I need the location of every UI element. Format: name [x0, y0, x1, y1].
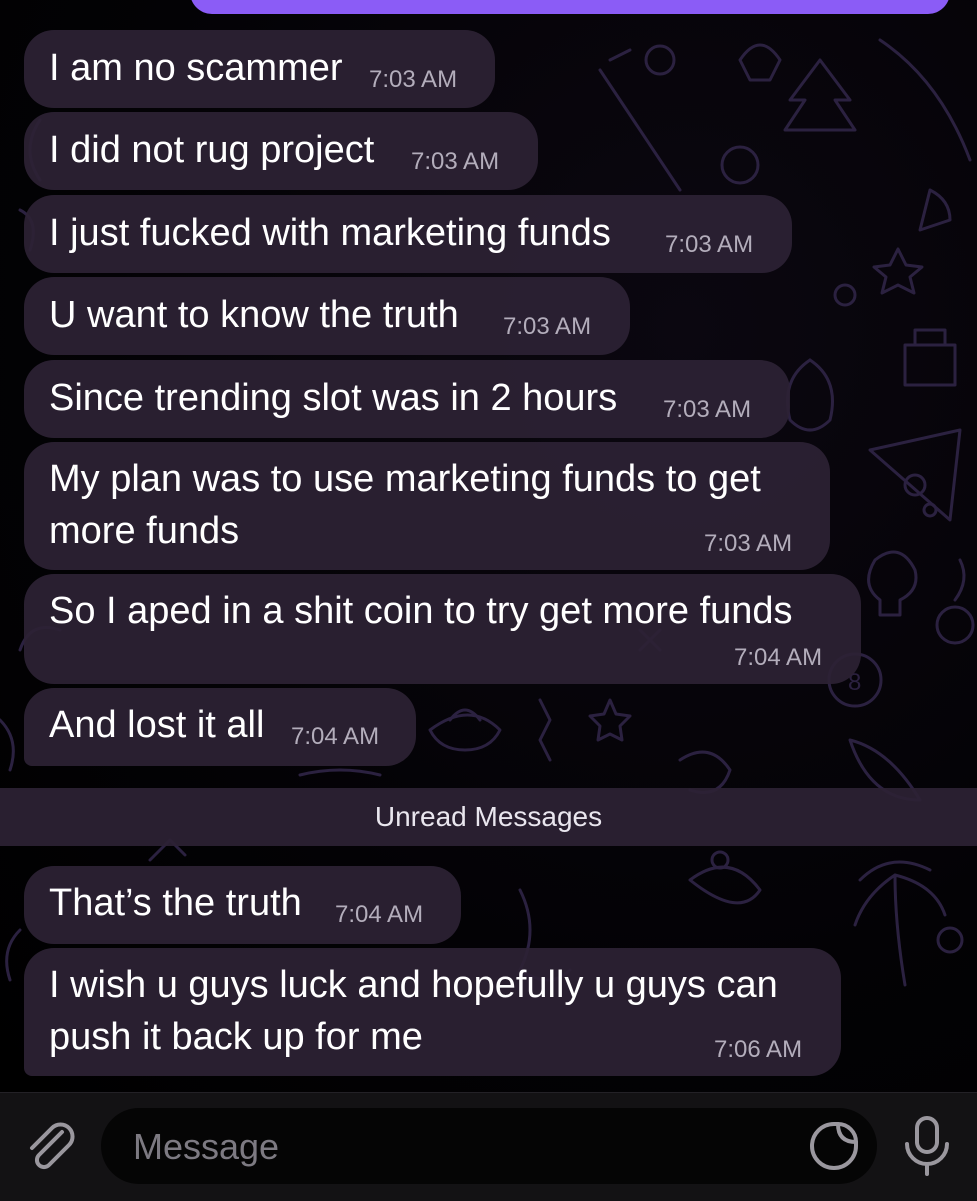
- outgoing-message-bubble[interactable]: [190, 0, 950, 14]
- message-input[interactable]: [131, 1108, 775, 1186]
- message-timestamp: 7:03 AM: [369, 66, 458, 93]
- message-bubble[interactable]: I wish u guys luck and hopefully u guys …: [24, 948, 841, 1076]
- message-text-line1: My plan was to use marketing funds to ge…: [49, 458, 761, 500]
- message-text: I just fucked with marketing funds: [49, 212, 611, 254]
- message-text: I am no scammer: [49, 47, 343, 89]
- message-text: So I aped in a shit coin to try get more…: [49, 590, 793, 632]
- message-timestamp: 7:03 AM: [665, 231, 754, 258]
- message-bubble[interactable]: My plan was to use marketing funds to ge…: [24, 442, 830, 570]
- unread-messages-label: Unread Messages: [374, 801, 603, 832]
- sticker-button[interactable]: [808, 1120, 860, 1172]
- sticker-icon: [810, 1122, 858, 1170]
- attach-button[interactable]: [22, 1118, 80, 1176]
- message-bubble[interactable]: I am no scammer 7:03 AM: [24, 30, 495, 108]
- voice-record-button[interactable]: [898, 1114, 956, 1178]
- message-timestamp: 7:04 AM: [291, 723, 380, 750]
- message-bubble[interactable]: I did not rug project 7:03 AM: [24, 112, 538, 190]
- chat-background: 8 I am no scammer 7:03 AM I did not rug …: [0, 0, 977, 1092]
- message-timestamp: 7:03 AM: [704, 530, 793, 557]
- unread-messages-divider: Unread Messages: [0, 788, 977, 846]
- message-timestamp: 7:03 AM: [411, 148, 500, 175]
- message-text-line2: push it back up for me: [49, 1016, 423, 1058]
- message-timestamp: 7:03 AM: [663, 396, 752, 423]
- message-text-line1: I wish u guys luck and hopefully u guys …: [49, 964, 778, 1006]
- message-bubble[interactable]: U want to know the truth 7:03 AM: [24, 277, 630, 355]
- message-text: I did not rug project: [49, 129, 375, 171]
- message-bubble[interactable]: That’s the truth 7:04 AM: [24, 866, 461, 944]
- message-bubble[interactable]: And lost it all 7:04 AM: [24, 688, 416, 766]
- message-bubble[interactable]: I just fucked with marketing funds 7:03 …: [24, 195, 792, 273]
- message-bubble[interactable]: Since trending slot was in 2 hours 7:03 …: [24, 360, 790, 438]
- microphone-icon: [905, 1116, 949, 1176]
- message-text: Since trending slot was in 2 hours: [49, 377, 618, 419]
- message-timestamp: 7:03 AM: [503, 313, 592, 340]
- message-text: U want to know the truth: [49, 294, 459, 336]
- message-input-field[interactable]: [101, 1108, 877, 1186]
- message-timestamp: 7:04 AM: [335, 901, 424, 928]
- message-text-line2: more funds: [49, 510, 240, 552]
- message-text: That’s the truth: [49, 882, 302, 924]
- message-text: And lost it all: [49, 704, 265, 746]
- message-timestamp: 7:04 AM: [734, 644, 823, 671]
- message-bubble[interactable]: So I aped in a shit coin to try get more…: [24, 574, 861, 684]
- message-timestamp: 7:06 AM: [714, 1036, 803, 1063]
- paperclip-icon: [30, 1122, 75, 1170]
